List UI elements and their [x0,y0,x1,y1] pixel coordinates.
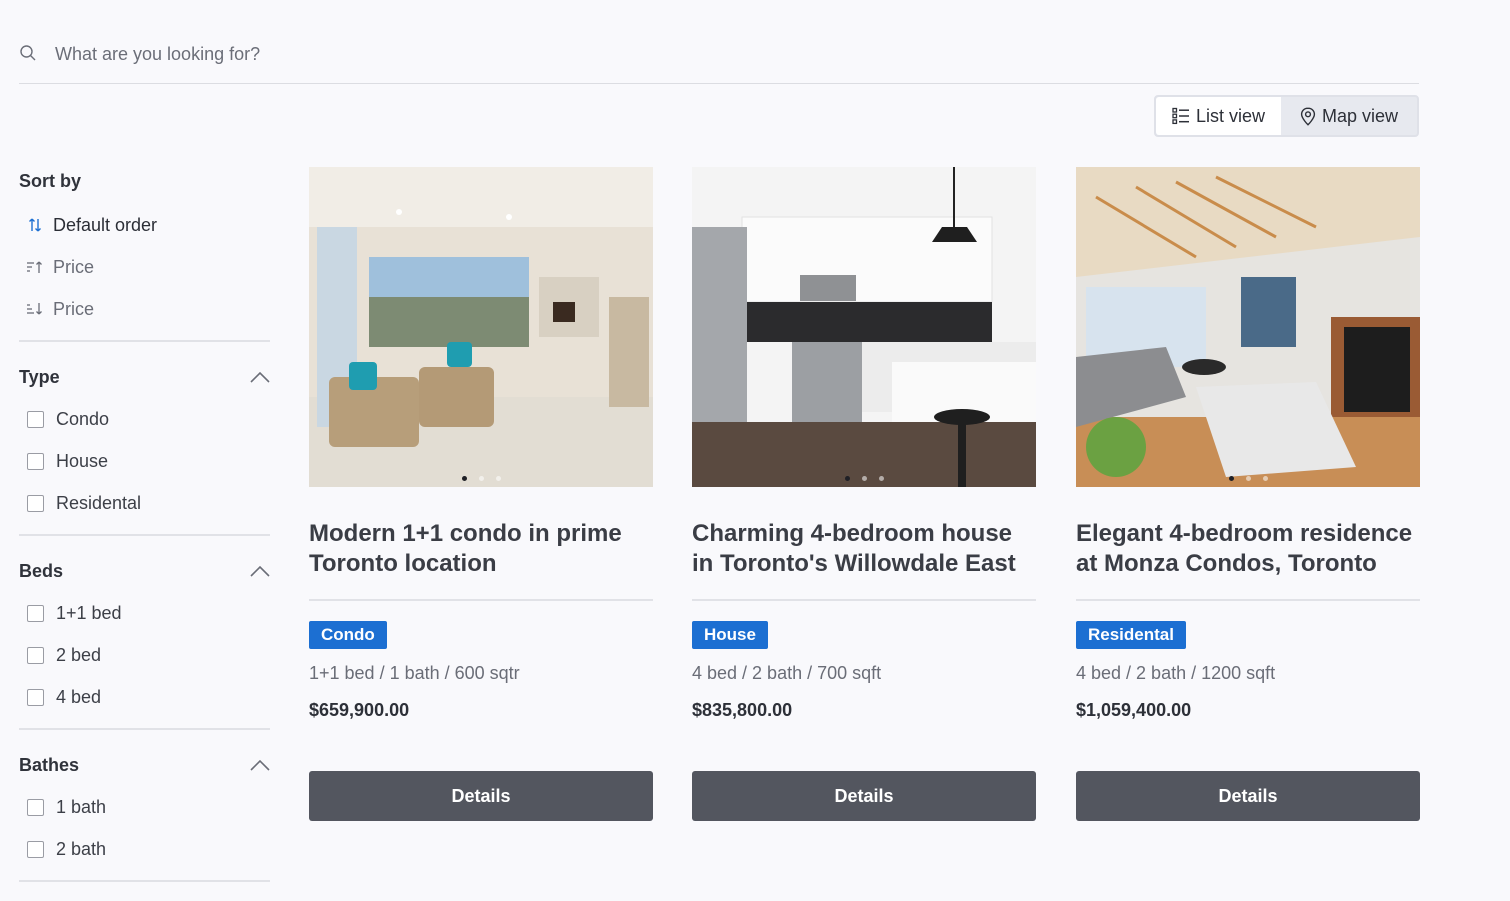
listing-card: Charming 4-bedroom house in Toronto's Wi… [692,167,1036,821]
sort-price-asc-label: Price [53,256,95,277]
sort-descending-icon [27,303,42,315]
chevron-up-icon [250,565,270,577]
checkbox[interactable] [27,410,44,428]
filter-beds-4[interactable]: 4 bed [19,676,270,718]
sort-by-title: Sort by [19,170,82,191]
type-badge: House [692,621,768,649]
filter-bath-1[interactable]: 1 bath [19,786,270,828]
listing-card: Modern 1+1 condo in prime Toronto locati… [309,167,653,821]
list-icon [1172,107,1189,125]
listing-title[interactable]: Elegant 4-bedroom residence at Monza Con… [1076,519,1420,601]
details-button[interactable]: Details [1076,771,1420,821]
chevron-up-icon [250,371,270,383]
sort-default-label: Default order [53,214,158,235]
list-view-button[interactable]: List view [1156,97,1281,135]
listing-specs: 4 bed / 2 bath / 700 sqft [692,663,882,683]
list-view-label: List view [1195,105,1266,126]
listing-title[interactable]: Modern 1+1 condo in prime Toronto locati… [309,519,653,601]
map-view-button[interactable]: Map view [1281,97,1417,135]
listing-price: $835,800.00 [692,700,793,720]
listing-card: Elegant 4-bedroom residence at Monza Con… [1076,167,1420,821]
type-badge: Condo [309,621,387,649]
listing-price: $659,900.00 [309,700,410,720]
sort-default-order[interactable]: Default order [19,204,270,246]
beds-filter-header[interactable]: Beds [19,558,270,584]
checkbox[interactable] [27,688,44,706]
search-input[interactable] [55,44,1255,65]
filter-bath-2[interactable]: 2 bath [19,828,270,870]
kitchen-photo[interactable] [692,167,1036,487]
sort-default-icon [29,218,41,232]
checkbox[interactable] [27,494,44,512]
filter-sidebar: Sort by Default order Price Price Type C… [19,168,270,882]
view-toggle: List view Map view [1154,95,1419,137]
carousel-dots[interactable] [692,476,1036,481]
listing-specs: 4 bed / 2 bath / 1200 sqft [1076,663,1276,683]
checkbox[interactable] [27,798,44,816]
listing-specs: 1+1 bed / 1 bath / 600 sqtr [309,663,520,683]
filter-type-residental[interactable]: Residental [19,482,270,524]
checkbox[interactable] [27,646,44,664]
sort-price-ascending[interactable]: Price [19,246,270,288]
chevron-up-icon [250,759,270,771]
details-button[interactable]: Details [692,771,1036,821]
checkbox[interactable] [27,840,44,858]
checkbox[interactable] [27,452,44,470]
listing-price: $1,059,400.00 [1076,700,1192,720]
listing-title[interactable]: Charming 4-bedroom house in Toronto's Wi… [692,519,1036,601]
filter-type-condo[interactable]: Condo [19,398,270,440]
loft-living-room-photo[interactable] [1076,167,1420,487]
living-room-photo[interactable] [309,167,653,487]
search-bar [19,30,1419,84]
carousel-dots[interactable] [1076,476,1420,481]
filter-type-house[interactable]: House [19,440,270,482]
map-view-label: Map view [1321,105,1399,126]
filter-beds-1plus1[interactable]: 1+1 bed [19,592,270,634]
filter-beds-2[interactable]: 2 bed [19,634,270,676]
sort-price-descending[interactable]: Price [19,288,270,330]
bathes-filter-header[interactable]: Bathes [19,752,270,778]
type-filter-header[interactable]: Type [19,364,270,390]
details-button[interactable]: Details [309,771,653,821]
map-pin-icon [1300,106,1316,126]
type-badge: Residental [1076,621,1186,649]
checkbox[interactable] [27,604,44,622]
sort-ascending-icon [27,261,42,273]
search-icon [20,44,36,60]
carousel-dots[interactable] [309,476,653,481]
sort-price-desc-label: Price [53,298,95,319]
divider [19,880,270,882]
